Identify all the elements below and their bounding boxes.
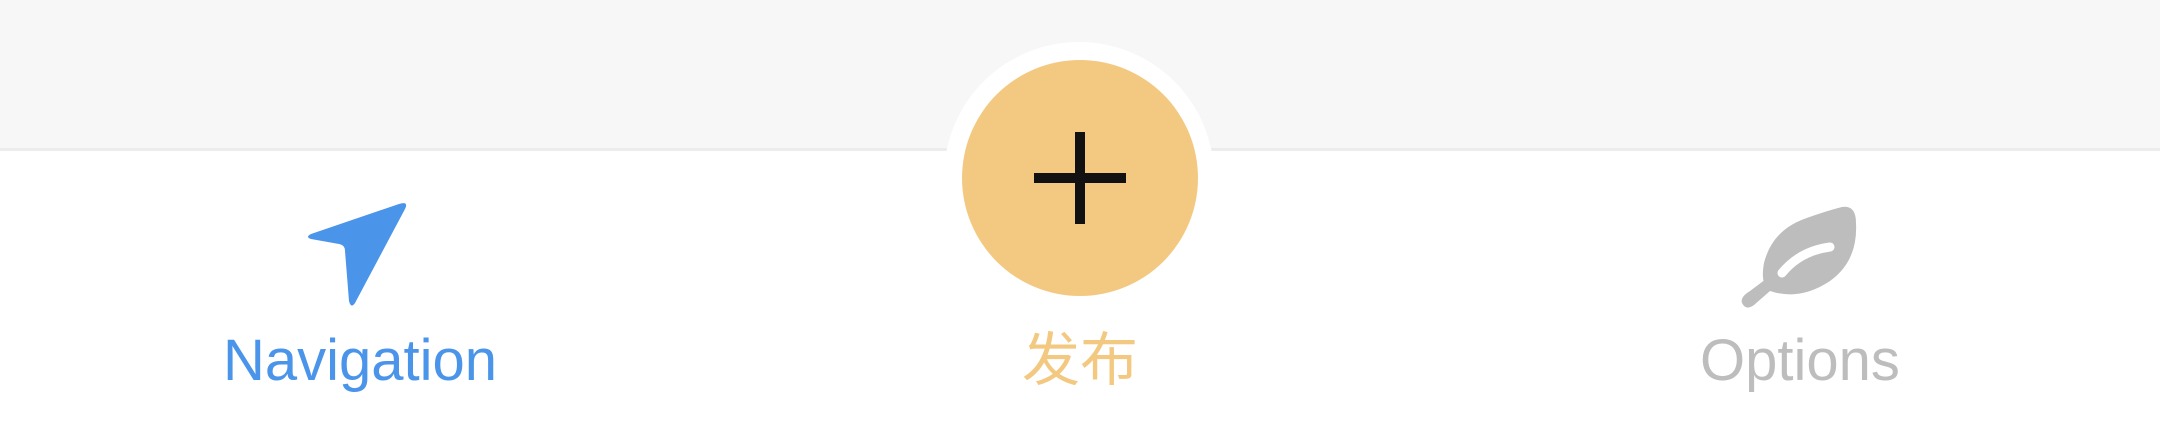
navigation-arrow-icon bbox=[308, 203, 407, 306]
tab-navigation-label: Navigation bbox=[222, 328, 498, 393]
tab-options-label: Options bbox=[1700, 328, 1900, 393]
tab-navigation[interactable]: Navigation bbox=[0, 151, 720, 430]
app-screen: Navigation 发布 Options bbox=[0, 0, 2160, 430]
publish-button[interactable] bbox=[962, 60, 1198, 296]
tab-options[interactable]: Options bbox=[1440, 151, 2160, 430]
tab-publish-label: 发布 bbox=[1021, 328, 1138, 393]
leaf-icon bbox=[1741, 206, 1857, 308]
plus-icon bbox=[1034, 132, 1126, 224]
